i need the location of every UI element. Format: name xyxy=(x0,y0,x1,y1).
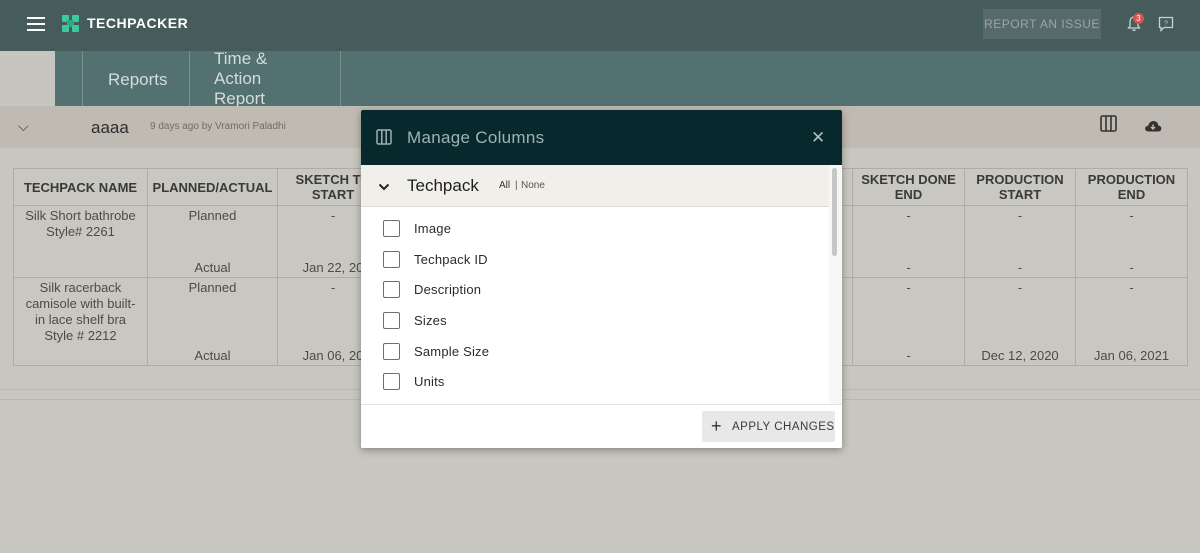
production-end-cell: - Jan 06, 2021 xyxy=(1075,277,1188,366)
value-actual: Dec 12, 2020 xyxy=(981,348,1059,363)
column-header[interactable]: PRODUCTION END xyxy=(1075,168,1188,206)
planned-actual-cell: Planned Actual xyxy=(147,205,278,278)
sub-navigation: Reports Time & Action Report xyxy=(0,51,1200,106)
value-planned: - xyxy=(1129,280,1134,295)
techpack-name-cell[interactable]: Silk racerback camisole with built-in la… xyxy=(13,277,148,366)
actual-label: Actual xyxy=(194,260,231,275)
value-actual: Jan 06, 2021 xyxy=(1093,348,1170,363)
dialog-footer: + APPLY CHANGES xyxy=(361,404,842,448)
dialog-title: Manage Columns xyxy=(407,128,545,147)
help-chat-icon[interactable]: ? xyxy=(1158,16,1174,32)
checkbox[interactable] xyxy=(383,220,400,237)
scrollbar-thumb[interactable] xyxy=(832,168,837,256)
option-label: Units xyxy=(414,374,445,389)
value-actual: - xyxy=(1129,260,1134,275)
chevron-down-icon[interactable]: ⌵ xyxy=(18,118,29,135)
cloud-download-icon[interactable] xyxy=(1144,119,1162,132)
actual-label: Actual xyxy=(194,348,231,363)
option-label: Image xyxy=(414,221,452,236)
option-label: Sizes xyxy=(414,313,447,328)
column-header[interactable]: PRODUCTION START xyxy=(964,168,1076,206)
close-icon[interactable]: ✕ xyxy=(811,128,825,148)
value-planned: - xyxy=(1017,208,1023,223)
value-planned: - xyxy=(1017,280,1023,295)
techpack-name-cell[interactable]: Silk Short bathrobe Style# 2261 xyxy=(13,205,148,278)
tab-time-action-report-label: Time & Action Report xyxy=(214,51,268,106)
planned-label: Planned xyxy=(188,208,237,223)
checkbox[interactable] xyxy=(383,312,400,329)
manage-columns-dialog: Manage Columns ✕ Techpack All | None Ima… xyxy=(361,110,842,448)
option-label: Sample Size xyxy=(414,344,490,359)
scrollbar[interactable] xyxy=(829,165,842,404)
sketch-done-end-cell: - - xyxy=(852,205,965,278)
dialog-header: Manage Columns ✕ xyxy=(361,110,842,165)
checkbox[interactable] xyxy=(383,373,400,390)
apply-changes-label: APPLY CHANGES xyxy=(732,421,835,433)
column-checkbox-list: Image Techpack ID Description Sizes Samp… xyxy=(361,207,829,404)
value-planned: - xyxy=(906,280,911,295)
option-label: Description xyxy=(414,282,482,297)
planned-label: Planned xyxy=(188,280,237,295)
tab-reports[interactable]: Reports xyxy=(82,51,190,106)
production-end-cell: - - xyxy=(1075,205,1188,278)
column-header[interactable]: PLANNED/ACTUAL xyxy=(147,168,278,206)
techpacker-logo-icon[interactable] xyxy=(62,15,79,32)
value-actual: - xyxy=(1017,260,1023,275)
notification-count-badge: 3 xyxy=(1133,13,1144,24)
select-all-link[interactable]: All xyxy=(499,180,510,191)
value-actual: - xyxy=(906,260,911,275)
top-bar: TECHPACKER REPORT AN ISSUE 3 ? xyxy=(0,0,1200,51)
value-planned: - xyxy=(1129,208,1134,223)
checkbox[interactable] xyxy=(383,251,400,268)
option-label: Techpack ID xyxy=(414,252,488,267)
value-actual: - xyxy=(906,348,911,363)
value-planned: - xyxy=(906,208,911,223)
svg-text:?: ? xyxy=(1164,21,1168,28)
chevron-down-icon[interactable] xyxy=(378,181,390,193)
techpack-section-header[interactable]: Techpack All | None xyxy=(361,165,829,207)
production-start-cell: - - xyxy=(964,205,1076,278)
column-header[interactable]: TECHPACK NAME xyxy=(13,168,148,206)
link-separator: | xyxy=(515,180,518,191)
report-meta: 9 days ago by Vramori Paladhi xyxy=(150,121,286,132)
report-issue-button[interactable]: REPORT AN ISSUE xyxy=(983,9,1101,39)
planned-actual-cell: Planned Actual xyxy=(147,277,278,366)
plus-icon: + xyxy=(711,416,723,436)
report-name: aaaa xyxy=(91,118,129,137)
checkbox[interactable] xyxy=(383,343,400,360)
sketch-done-end-cell: - - xyxy=(852,277,965,366)
production-start-cell: - Dec 12, 2020 xyxy=(964,277,1076,366)
subnav-spacer xyxy=(0,51,55,106)
column-header[interactable]: SKETCH DONE END xyxy=(852,168,965,206)
menu-icon[interactable] xyxy=(27,17,45,31)
select-none-link[interactable]: None xyxy=(521,180,545,191)
brand-name[interactable]: TECHPACKER xyxy=(87,15,188,31)
tab-time-action-report[interactable]: Time & Action Report xyxy=(189,51,341,106)
columns-icon xyxy=(376,129,392,145)
manage-columns-icon[interactable] xyxy=(1100,115,1117,132)
checkbox[interactable] xyxy=(383,281,400,298)
section-title: Techpack xyxy=(407,176,479,195)
apply-changes-button[interactable]: + APPLY CHANGES xyxy=(702,411,835,442)
